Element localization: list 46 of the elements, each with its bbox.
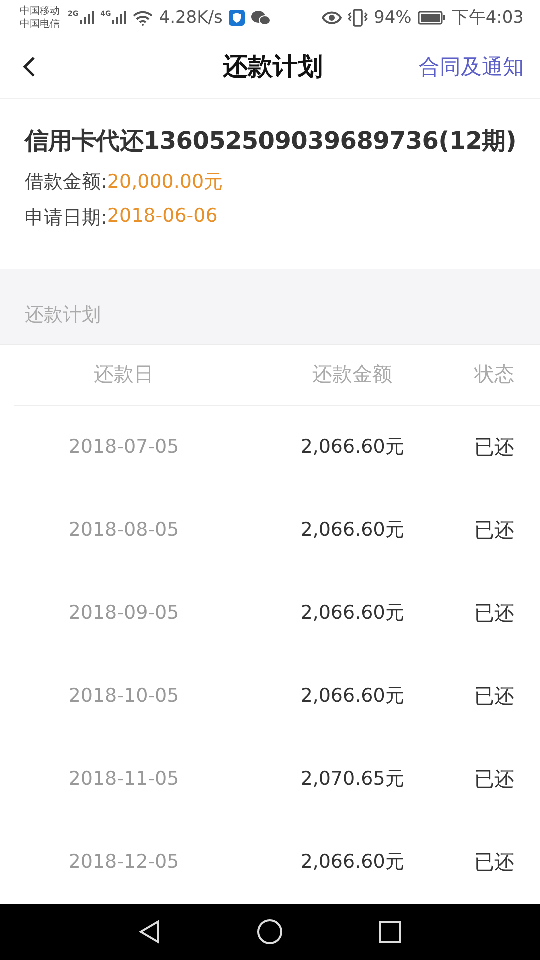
repayment-status: 已还 [474, 600, 514, 627]
column-header: 还款金额 [312, 361, 392, 388]
clock-time: 下午4:03 [452, 7, 524, 30]
battery-icon [418, 10, 446, 25]
repayment-date: 2018-07-05 [68, 436, 180, 458]
repayment-amount: 2,070.65元 [300, 767, 404, 792]
repayment-amount: 2,066.60元 [300, 850, 404, 876]
repayment-amount: 2,066.60元 [300, 435, 404, 460]
back-icon[interactable] [22, 56, 36, 78]
battery-percent: 94% [374, 8, 412, 28]
field-label: 申请日期: [25, 206, 108, 231]
field-value: 2018-06-06 [107, 204, 218, 229]
signal-icon [111, 10, 128, 26]
page-title: 还款计划 [223, 51, 323, 84]
back-icon[interactable] [138, 920, 162, 944]
repayment-date: 2018-10-05 [68, 685, 180, 708]
repayment-date: 2018-08-05 [68, 519, 180, 542]
column-header: 状态 [473, 361, 514, 388]
carrier-name: 中国移动 [20, 4, 60, 18]
vibrate-icon [348, 8, 368, 27]
field-label: 借款金额: [25, 170, 108, 195]
repayment-status: 已还 [474, 682, 514, 710]
repayment-status: 已还 [474, 434, 514, 461]
repayment-date: 2018-09-05 [68, 602, 180, 624]
repayment-amount: 2,066.60元 [300, 684, 404, 710]
repayment-date: 2018-11-05 [68, 768, 180, 790]
chat-bubbles-icon [250, 10, 271, 26]
eye-icon [322, 10, 342, 25]
column-header: 还款日 [94, 361, 155, 388]
signal-icon [78, 10, 95, 26]
carrier-name: 中国电信 [20, 18, 60, 31]
repayment-status: 已还 [474, 766, 514, 793]
wifi-icon [133, 10, 154, 26]
contract-link[interactable]: 合同及通知 [419, 52, 524, 81]
shield-app-icon [228, 10, 245, 26]
repayment-amount: 2,066.60元 [300, 518, 404, 544]
field-value: 20,000.00元 [107, 170, 224, 195]
recents-icon[interactable] [378, 920, 402, 944]
repayment-amount: 2,066.60元 [300, 601, 404, 626]
network-speed: 4.28K/s [159, 8, 223, 28]
repayment-status: 已还 [474, 516, 514, 544]
repayment-date: 2018-12-05 [68, 851, 180, 874]
repayment-status: 已还 [474, 848, 514, 876]
loan-title: 信用卡代还136052509039689736(12期) [25, 126, 518, 157]
section-title: 还款计划 [25, 302, 101, 328]
home-icon[interactable] [256, 918, 283, 945]
